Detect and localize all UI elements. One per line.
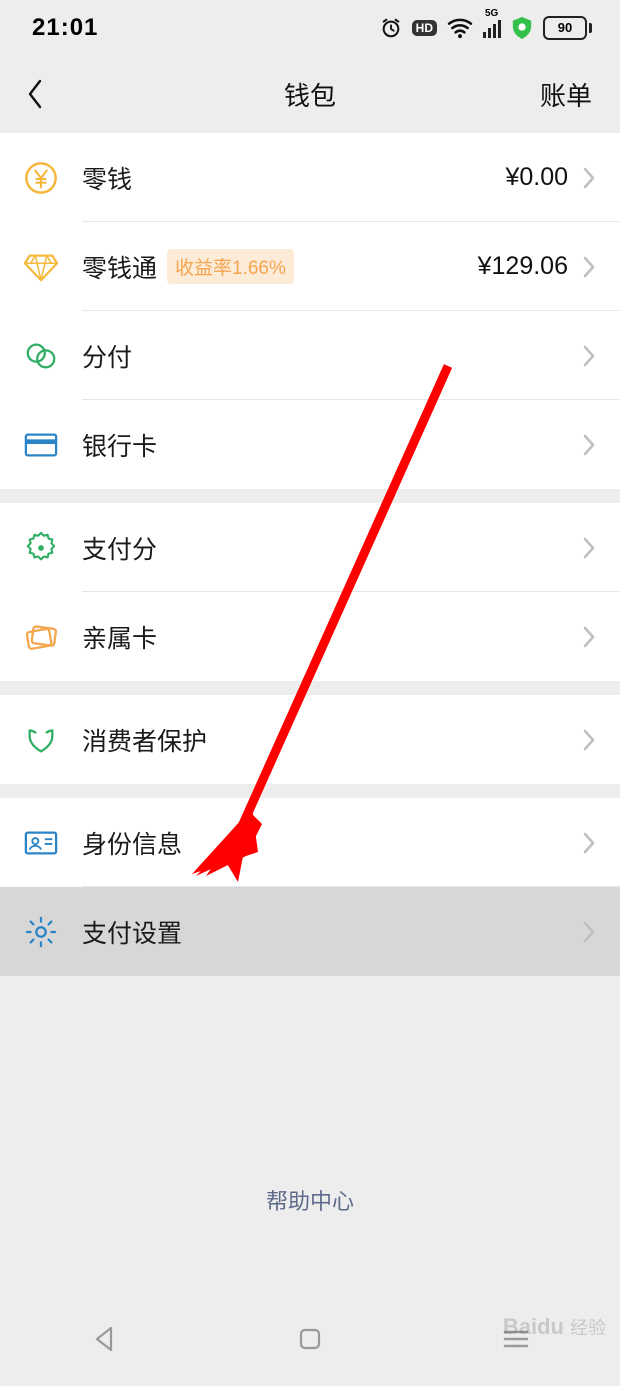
rings-icon bbox=[24, 339, 82, 373]
page-title: 钱包 bbox=[0, 76, 620, 113]
chevron-right-icon bbox=[582, 344, 596, 368]
hd-icon: HD bbox=[412, 20, 437, 36]
chevron-right-icon bbox=[582, 433, 596, 457]
diamond-icon bbox=[24, 252, 82, 282]
group-identity: 身份信息 支付设置 bbox=[0, 798, 620, 976]
card-icon bbox=[24, 431, 82, 459]
chevron-right-icon bbox=[582, 625, 596, 649]
row-payscore[interactable]: 支付分 bbox=[0, 503, 620, 592]
row-value: ¥0.00 bbox=[505, 163, 568, 192]
cellular-icon: 5G bbox=[483, 18, 501, 38]
group-consumer: 消费者保护 bbox=[0, 695, 620, 784]
group-pay: 支付分 亲属卡 bbox=[0, 503, 620, 681]
row-balance[interactable]: 零钱 ¥0.00 bbox=[0, 133, 620, 222]
chevron-right-icon bbox=[582, 728, 596, 752]
battery-icon: 90 bbox=[543, 16, 592, 40]
chevron-right-icon bbox=[582, 255, 596, 279]
status-time: 21:01 bbox=[32, 14, 98, 42]
chevron-right-icon bbox=[582, 831, 596, 855]
cards-icon bbox=[24, 621, 82, 653]
row-label: 身份信息 bbox=[82, 825, 182, 861]
chevron-right-icon bbox=[582, 166, 596, 190]
status-right: HD 5G 90 bbox=[380, 16, 592, 40]
row-label: 银行卡 bbox=[82, 427, 157, 463]
android-nav bbox=[0, 1296, 620, 1386]
row-label: 支付分 bbox=[82, 530, 157, 566]
gear-icon bbox=[24, 915, 82, 949]
hands-heart-icon bbox=[24, 724, 82, 756]
yen-circle-icon bbox=[24, 161, 82, 195]
alarm-icon bbox=[380, 17, 402, 39]
row-label: 支付设置 bbox=[82, 914, 182, 950]
status-bar: 21:01 HD 5G 90 bbox=[0, 0, 620, 55]
row-label: 亲属卡 bbox=[82, 619, 157, 655]
row-lqt[interactable]: 零钱通 收益率1.66% ¥129.06 bbox=[0, 222, 620, 311]
row-value: ¥129.06 bbox=[478, 252, 568, 281]
row-label: 分付 bbox=[82, 338, 132, 374]
wifi-icon bbox=[447, 17, 473, 39]
badge-star-icon bbox=[24, 531, 82, 565]
title-bar: 钱包 账单 bbox=[0, 55, 620, 133]
row-label: 零钱 bbox=[82, 160, 132, 196]
shield-icon bbox=[511, 16, 533, 40]
id-card-icon bbox=[24, 829, 82, 857]
back-button[interactable] bbox=[0, 55, 70, 133]
rate-badge: 收益率1.66% bbox=[167, 249, 294, 284]
row-fenfu[interactable]: 分付 bbox=[0, 311, 620, 400]
group-wallet: 零钱 ¥0.00 零钱通 收益率1.66% ¥129.06 分付 银行卡 bbox=[0, 133, 620, 489]
help-center-link[interactable]: 帮助中心 bbox=[0, 1184, 620, 1216]
row-identity[interactable]: 身份信息 bbox=[0, 798, 620, 887]
nav-back-icon[interactable] bbox=[89, 1324, 119, 1359]
bill-button[interactable]: 账单 bbox=[540, 76, 620, 113]
row-bank[interactable]: 银行卡 bbox=[0, 400, 620, 489]
row-label: 零钱通 bbox=[82, 249, 157, 285]
nav-home-icon[interactable] bbox=[296, 1325, 324, 1358]
row-label: 消费者保护 bbox=[82, 722, 207, 758]
nav-recent-icon[interactable] bbox=[501, 1327, 531, 1356]
chevron-right-icon bbox=[582, 920, 596, 944]
row-family[interactable]: 亲属卡 bbox=[0, 592, 620, 681]
row-consumer[interactable]: 消费者保护 bbox=[0, 695, 620, 784]
row-settings[interactable]: 支付设置 bbox=[0, 887, 620, 976]
chevron-right-icon bbox=[582, 536, 596, 560]
